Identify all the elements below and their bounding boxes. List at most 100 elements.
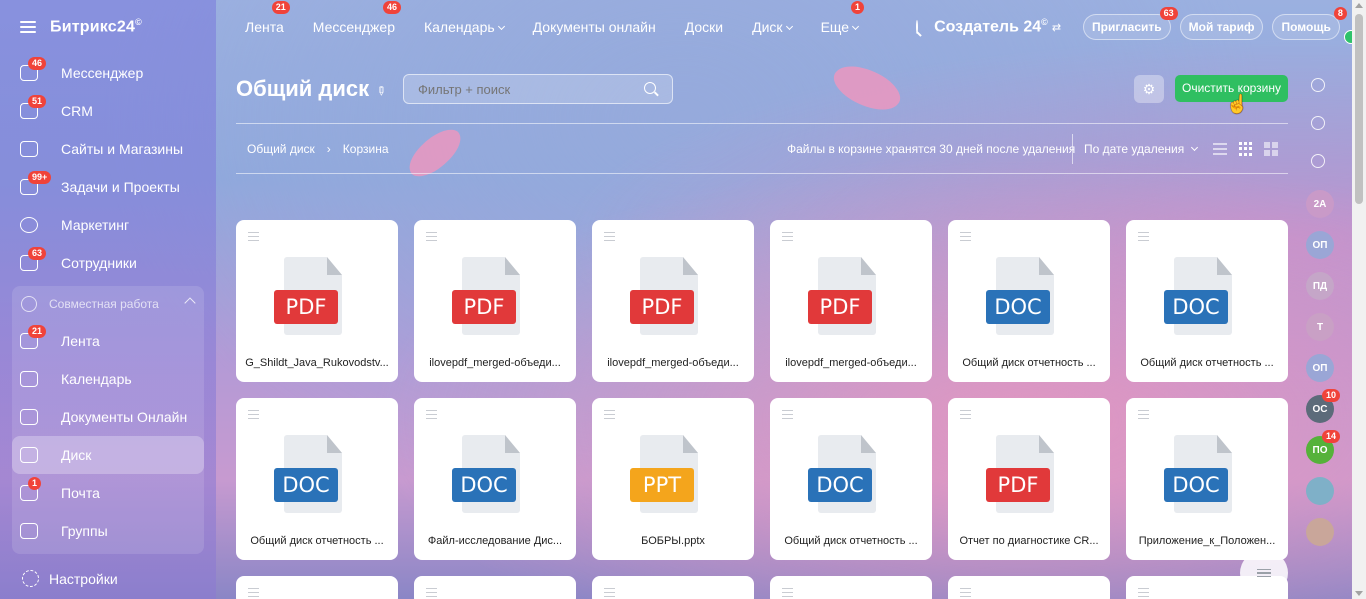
sidebar-item[interactable]: Документы Онлайн <box>12 398 204 436</box>
file-grid: PDF G_Shildt_Java_Rukovodstv... PDF ilovepd… <box>236 220 1296 599</box>
activity-button[interactable] <box>1303 108 1333 138</box>
sidebar-item[interactable]: 1 Почта <box>12 474 204 512</box>
card-menu-icon[interactable] <box>426 232 437 243</box>
company-name[interactable]: Создатель 24© <box>934 17 1048 36</box>
tile-view-icon[interactable] <box>1264 142 1278 156</box>
breadcrumb-trash[interactable]: Корзина <box>343 142 389 156</box>
file-card[interactable] <box>592 576 754 599</box>
top-nav-item[interactable]: Еще 1 <box>821 1 865 35</box>
sidebar-item-label: Документы Онлайн <box>61 409 188 425</box>
filter-search-input[interactable] <box>403 74 673 104</box>
top-nav-item[interactable]: Диск <box>752 19 793 35</box>
sidebar-settings[interactable]: Настройки <box>12 559 204 599</box>
rail-avatar[interactable]: ОП <box>1306 354 1334 382</box>
rail-avatar[interactable]: ПД <box>1306 272 1334 300</box>
file-card[interactable]: DOC Общий диск отчетность ... <box>948 220 1110 382</box>
file-card[interactable]: PDF Отчет по диагностике CR... <box>948 398 1110 560</box>
sidebar-item[interactable]: Календарь <box>12 360 204 398</box>
swap-icon[interactable]: ⇄ <box>1052 21 1061 34</box>
rail-avatar[interactable]: ПО 14 <box>1306 430 1340 464</box>
list-view-icon[interactable] <box>1213 143 1227 155</box>
top-nav-label: Документы онлайн <box>532 19 656 35</box>
file-card[interactable] <box>770 576 932 599</box>
sidebar-group-header[interactable]: Совместная работа <box>12 286 204 322</box>
chat-button[interactable] <box>1303 146 1333 176</box>
sidebar-item[interactable]: Сайты и Магазины <box>12 130 204 168</box>
sidebar-item[interactable]: 99+ Задачи и Проекты <box>12 168 204 206</box>
rail-avatar[interactable] <box>1306 477 1334 505</box>
file-card[interactable]: PPT БОБРЫ.pptx <box>592 398 754 560</box>
card-menu-icon[interactable] <box>960 410 971 421</box>
card-menu-icon[interactable] <box>604 410 615 421</box>
sidebar-item[interactable]: Группы <box>12 512 204 550</box>
notifications-button[interactable] <box>1303 70 1333 100</box>
file-card[interactable]: DOC Общий диск отчетность ... <box>1126 220 1288 382</box>
breadcrumb-disk[interactable]: Общий диск <box>247 142 315 156</box>
scroll-down-icon[interactable] <box>1355 591 1363 596</box>
sort-select[interactable]: По дате удаления <box>1072 134 1199 164</box>
sidebar-item[interactable]: 51 CRM <box>12 92 204 130</box>
sidebar-item[interactable]: Диск <box>12 436 204 474</box>
card-menu-icon[interactable] <box>1138 232 1149 243</box>
top-nav-label: Доски <box>684 19 724 35</box>
chevron-up-icon[interactable] <box>184 297 196 309</box>
card-menu-icon[interactable] <box>1138 588 1149 599</box>
chat-fab-button[interactable] <box>1240 551 1288 595</box>
card-menu-icon[interactable] <box>604 588 615 599</box>
rail-avatar[interactable]: 2А <box>1306 190 1334 218</box>
app-logo[interactable]: Битрикс24© <box>50 17 142 36</box>
menu-burger-icon[interactable] <box>20 21 36 33</box>
top-nav-item[interactable]: Лента 21 <box>245 1 290 35</box>
file-card[interactable]: PDF G_Shildt_Java_Rukovodstv... <box>236 220 398 382</box>
card-menu-icon[interactable] <box>248 588 259 599</box>
top-nav-item[interactable]: Календарь <box>424 19 505 35</box>
invite-button[interactable]: Пригласить 63 <box>1083 7 1178 40</box>
card-menu-icon[interactable] <box>248 232 259 243</box>
search-icon[interactable] <box>916 20 919 34</box>
top-nav-item[interactable]: Документы онлайн <box>533 19 656 35</box>
sidebar-item-label: Маркетинг <box>61 217 130 233</box>
scroll-up-icon[interactable] <box>1355 3 1363 8</box>
grid-view-icon[interactable] <box>1239 142 1253 156</box>
rail-avatar[interactable]: ОП <box>1306 231 1334 259</box>
file-card[interactable]: PDF ilovepdf_merged-объеди... <box>414 220 576 382</box>
top-nav-item[interactable]: Мессенджер 46 <box>312 1 401 35</box>
rail-avatar[interactable] <box>1306 518 1334 546</box>
card-menu-icon[interactable] <box>604 232 615 243</box>
sidebar-item[interactable]: Маркетинг <box>12 206 204 244</box>
scrollbar[interactable] <box>1352 0 1366 599</box>
pin-icon[interactable]: ✎ <box>373 82 390 99</box>
my-tariff-button[interactable]: Мой тариф <box>1179 14 1264 40</box>
file-card[interactable] <box>948 576 1110 599</box>
sidebar-item[interactable]: 63 Сотрудники <box>12 244 204 282</box>
top-nav-label: Мессенджер <box>312 19 395 35</box>
file-card[interactable]: DOC Приложение_к_Положен... <box>1126 398 1288 560</box>
file-card[interactable] <box>414 576 576 599</box>
file-card[interactable] <box>236 576 398 599</box>
top-nav-label: Диск <box>752 19 783 35</box>
top-nav-item[interactable]: Доски <box>685 19 723 35</box>
card-menu-icon[interactable] <box>426 588 437 599</box>
rail-avatar[interactable]: Т <box>1306 313 1334 341</box>
sidebar-item[interactable]: 46 Мессенджер <box>12 54 204 92</box>
file-card[interactable]: DOC Общий диск отчетность ... <box>236 398 398 560</box>
file-card[interactable]: DOC Общий диск отчетность ... <box>770 398 932 560</box>
card-menu-icon[interactable] <box>782 588 793 599</box>
card-menu-icon[interactable] <box>248 410 259 421</box>
file-card[interactable]: PDF ilovepdf_merged-объеди... <box>770 220 932 382</box>
card-menu-icon[interactable] <box>782 232 793 243</box>
card-menu-icon[interactable] <box>1138 410 1149 421</box>
card-menu-icon[interactable] <box>426 410 437 421</box>
sidebar-item[interactable]: 21 Лента <box>12 322 204 360</box>
file-card[interactable]: DOC Файл-исследование Дис... <box>414 398 576 560</box>
card-menu-icon[interactable] <box>960 232 971 243</box>
file-card[interactable]: PDF ilovepdf_merged-объеди... <box>592 220 754 382</box>
settings-button[interactable]: ⚙ <box>1134 75 1164 103</box>
scroll-thumb[interactable] <box>1355 14 1363 204</box>
card-menu-icon[interactable] <box>960 588 971 599</box>
help-button[interactable]: Помощь 8 <box>1272 7 1347 40</box>
top-nav-badge: 46 <box>382 1 401 14</box>
card-menu-icon[interactable] <box>782 410 793 421</box>
search-icon[interactable] <box>644 82 656 94</box>
rail-avatar[interactable]: ОС 10 <box>1306 389 1340 423</box>
